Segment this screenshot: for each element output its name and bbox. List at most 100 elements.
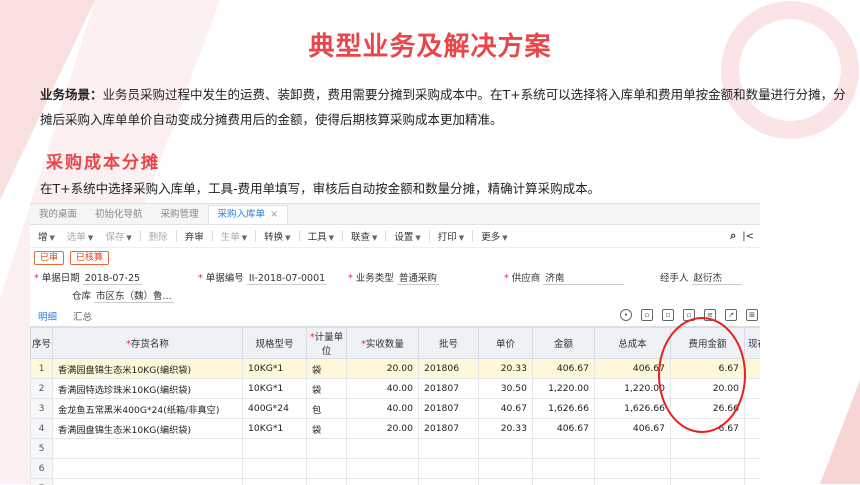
- col-spec[interactable]: 规格型号: [243, 328, 307, 359]
- item-cost[interactable]: 1,626.66: [595, 399, 671, 419]
- item-spec[interactable]: 400G*24: [243, 399, 307, 419]
- search-icon[interactable]: ⌕: [730, 229, 736, 243]
- item-spec[interactable]: 10KG*1: [243, 379, 307, 399]
- col-cost[interactable]: 总成本: [595, 328, 671, 359]
- tab-desktop[interactable]: 我的桌面: [30, 206, 86, 224]
- item-qty[interactable]: 40.00: [347, 379, 419, 399]
- table-row-empty[interactable]: 7: [31, 479, 761, 485]
- item-price[interactable]: 20.33: [479, 359, 533, 379]
- tab-detail[interactable]: 明细: [30, 309, 65, 323]
- close-icon[interactable]: ×: [270, 209, 278, 220]
- item-qty[interactable]: 40.00: [347, 399, 419, 419]
- handler-field[interactable]: 经手人 赵衍杰: [660, 270, 742, 284]
- tab-summary[interactable]: 汇总: [65, 309, 100, 323]
- business-type-field[interactable]: * 业务类型 普通采购: [348, 270, 439, 284]
- tab-init-guide[interactable]: 初始化导航: [86, 206, 152, 224]
- item-spec[interactable]: 10KG*1: [243, 359, 307, 379]
- item-unit[interactable]: 包: [307, 399, 347, 419]
- col-seq[interactable]: 序号: [31, 328, 53, 359]
- item-amount[interactable]: 406.67: [533, 419, 595, 439]
- item-amount[interactable]: 406.67: [533, 359, 595, 379]
- table-row[interactable]: 4 香满园盘锦生态米10KG(编织袋) 10KG*1 袋 20.00 20180…: [31, 419, 761, 439]
- item-stock[interactable]: [745, 419, 761, 439]
- attachment-icon[interactable]: ▫: [683, 309, 695, 321]
- item-amount[interactable]: 1,220.00: [533, 379, 595, 399]
- copy-icon[interactable]: ▫: [641, 309, 653, 321]
- settings-label: 设置: [394, 232, 413, 243]
- item-cost[interactable]: 406.67: [595, 419, 671, 439]
- col-qty[interactable]: *实收数量: [347, 328, 419, 359]
- item-name[interactable]: 香满园特选珍珠米10KG(编织袋): [53, 379, 243, 399]
- table-row-empty[interactable]: 5: [31, 439, 761, 459]
- supplier-field[interactable]: * 供应商 济南: [504, 270, 624, 284]
- col-name[interactable]: *存货名称: [53, 328, 243, 359]
- linked-query-button[interactable]: 联查▼: [345, 229, 383, 243]
- print-button[interactable]: 打印▼: [432, 229, 470, 243]
- save-button[interactable]: 保存▼: [99, 229, 137, 243]
- divider: [429, 230, 430, 242]
- tools-button[interactable]: 工具▼: [302, 229, 340, 243]
- item-batch[interactable]: 201807: [419, 379, 479, 399]
- warehouse-field[interactable]: 仓库 市区东（魏）鲁...: [72, 288, 174, 302]
- item-name[interactable]: 香满园盘锦生态米10KG(编织袋): [53, 359, 243, 379]
- grid-settings-icon[interactable]: ≡: [704, 309, 716, 321]
- item-stock[interactable]: [745, 399, 761, 419]
- item-batch[interactable]: 201807: [419, 419, 479, 439]
- col-qty-label: 实收数量: [366, 339, 404, 350]
- item-stock[interactable]: [745, 359, 761, 379]
- col-price[interactable]: 单价: [479, 328, 533, 359]
- convert-button[interactable]: 转换▼: [258, 229, 296, 243]
- col-batch[interactable]: 批号: [419, 328, 479, 359]
- item-fee[interactable]: 6.67: [671, 359, 745, 379]
- item-price[interactable]: 30.50: [479, 379, 533, 399]
- generate-button[interactable]: 生单▼: [215, 229, 253, 243]
- item-cost[interactable]: 1,220.00: [595, 379, 671, 399]
- table-row[interactable]: 2 香满园特选珍珠米10KG(编织袋) 10KG*1 袋 40.00 20180…: [31, 379, 761, 399]
- select-source-button[interactable]: 选单▼: [61, 229, 99, 243]
- paste-icon[interactable]: ▫: [662, 309, 674, 321]
- item-qty[interactable]: 20.00: [347, 419, 419, 439]
- business-type-label: 业务类型: [356, 273, 394, 284]
- status-badge: 已审: [34, 251, 64, 265]
- item-unit[interactable]: 袋: [307, 419, 347, 439]
- item-unit[interactable]: 袋: [307, 359, 347, 379]
- chevron-down-icon: ▼: [459, 234, 464, 242]
- chevron-down-icon: ▼: [285, 234, 290, 242]
- delete-button[interactable]: 删除: [143, 229, 174, 243]
- item-spec[interactable]: 10KG*1: [243, 419, 307, 439]
- item-stock[interactable]: [745, 379, 761, 399]
- export-icon[interactable]: ↗: [725, 309, 737, 321]
- add-button[interactable]: 增▼: [32, 229, 61, 243]
- col-stock[interactable]: 现存: [745, 328, 761, 359]
- item-name[interactable]: 香满园盘锦生态米10KG(编织袋): [53, 419, 243, 439]
- location-icon[interactable]: •: [620, 309, 632, 321]
- col-fee[interactable]: 费用金额: [671, 328, 745, 359]
- tab-purchase-mgmt[interactable]: 采购管理: [152, 206, 208, 224]
- table-row[interactable]: 1 香满园盘锦生态米10KG(编织袋) 10KG*1 袋 20.00 20180…: [31, 359, 761, 379]
- collapse-icon[interactable]: |<: [742, 231, 754, 242]
- table-icon[interactable]: ⊞: [746, 309, 758, 321]
- item-fee[interactable]: 20.00: [671, 379, 745, 399]
- col-unit[interactable]: *计量单位: [307, 328, 347, 359]
- doc-number-field[interactable]: * 单据编号 II-2018-07-0001: [198, 270, 327, 284]
- item-batch[interactable]: 201807: [419, 399, 479, 419]
- select-source-label: 选单: [67, 232, 86, 243]
- item-price[interactable]: 20.33: [479, 419, 533, 439]
- tab-purchase-receipt[interactable]: 采购入库单×: [208, 205, 288, 224]
- item-batch[interactable]: 201806: [419, 359, 479, 379]
- item-price[interactable]: 40.67: [479, 399, 533, 419]
- item-amount[interactable]: 1,626.66: [533, 399, 595, 419]
- table-row[interactable]: 3 金龙鱼五常黑米400G*24(纸箱/非真空) 400G*24 包 40.00…: [31, 399, 761, 419]
- item-unit[interactable]: 袋: [307, 379, 347, 399]
- item-cost[interactable]: 406.67: [595, 359, 671, 379]
- item-name[interactable]: 金龙鱼五常黑米400G*24(纸箱/非真空): [53, 399, 243, 419]
- doc-date-field[interactable]: * 单据日期 2018-07-25: [34, 270, 142, 284]
- col-amount[interactable]: 金额: [533, 328, 595, 359]
- more-button[interactable]: 更多▼: [475, 229, 513, 243]
- item-fee[interactable]: 26.66: [671, 399, 745, 419]
- table-row-empty[interactable]: 6: [31, 459, 761, 479]
- settings-button[interactable]: 设置▼: [388, 229, 426, 243]
- unapprove-button[interactable]: 弃审: [179, 229, 210, 243]
- item-fee[interactable]: 6.67: [671, 419, 745, 439]
- item-qty[interactable]: 20.00: [347, 359, 419, 379]
